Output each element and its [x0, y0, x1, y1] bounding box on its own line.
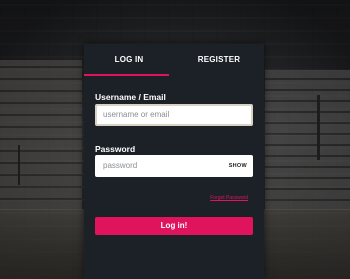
password-input[interactable]: password SHOW [95, 155, 253, 177]
login-button[interactable]: Log in! [95, 217, 253, 235]
auth-tabs: LOG IN REGISTER [84, 44, 264, 76]
forgot-password-link[interactable]: Forgot Password [210, 195, 248, 201]
username-label: Username / Email [95, 92, 166, 102]
pipe [317, 95, 320, 160]
stone-wall-left [0, 60, 82, 210]
show-password-button[interactable]: SHOW [229, 155, 247, 177]
username-input[interactable]: username or email [95, 104, 253, 126]
username-placeholder: username or email [103, 110, 170, 119]
login-panel: LOG IN REGISTER Username / Email usernam… [84, 44, 264, 279]
password-label: Password [95, 144, 136, 154]
pipe [18, 145, 20, 185]
password-placeholder: password [103, 161, 138, 170]
tab-login[interactable]: LOG IN [84, 44, 174, 76]
tab-register[interactable]: REGISTER [174, 44, 264, 76]
stone-wall-right [265, 70, 350, 210]
